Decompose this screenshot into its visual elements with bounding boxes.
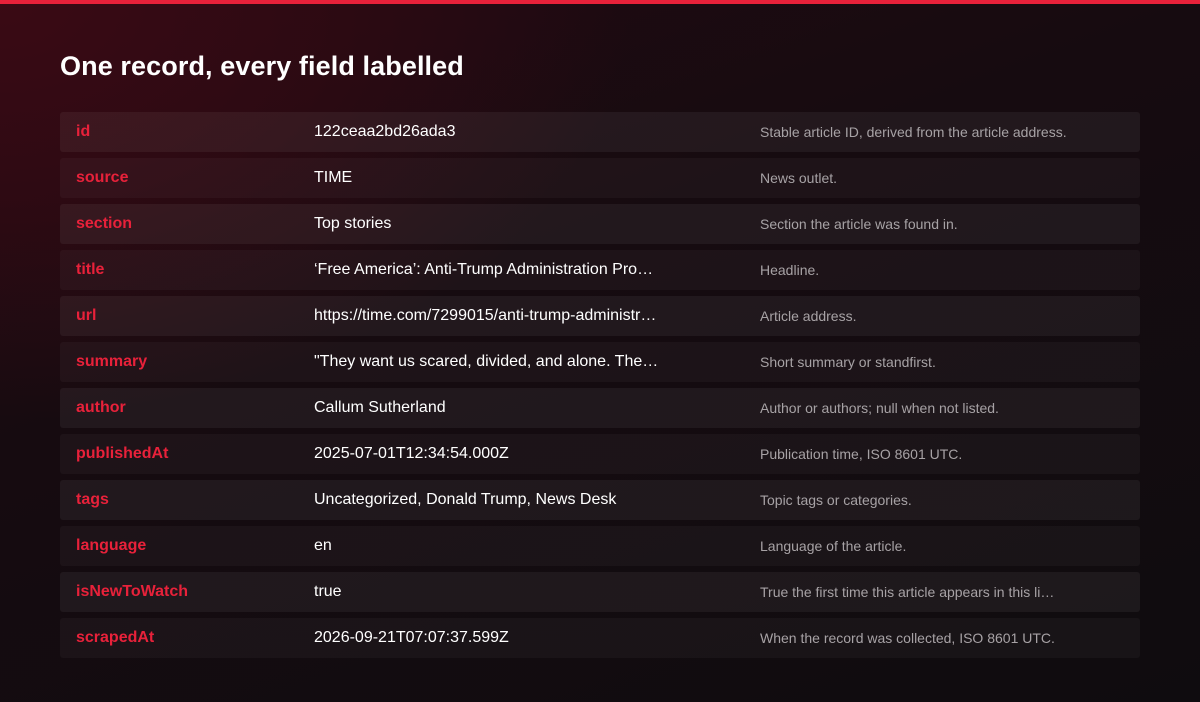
field-row-section: section Top stories Section the article …: [60, 204, 1140, 244]
field-row-title: title ‘Free America’: Anti-Trump Adminis…: [60, 250, 1140, 290]
field-name: id: [76, 123, 91, 140]
field-row-language: language en Language of the article.: [60, 526, 1140, 566]
field-row-is-new-to-watch: isNewToWatch true True the first time th…: [60, 572, 1140, 612]
field-name: tags: [76, 491, 109, 508]
field-name: author: [76, 399, 126, 416]
field-value: ‘Free America’: Anti-Trump Administratio…: [314, 261, 654, 278]
field-description: Author or authors; null when not listed.: [760, 400, 999, 416]
field-value: 2026-09-21T07:07:37.599Z: [314, 629, 509, 646]
field-value: en: [314, 537, 332, 554]
field-value: 2025-07-01T12:34:54.000Z: [314, 445, 509, 462]
field-value: https://time.com/7299015/anti-trump-admi…: [314, 307, 657, 324]
field-row-summary: summary "They want us scared, divided, a…: [60, 342, 1140, 382]
field-name: summary: [76, 353, 148, 370]
field-row-published-at: publishedAt 2025-07-01T12:34:54.000Z Pub…: [60, 434, 1140, 474]
field-value: Top stories: [314, 215, 392, 232]
field-name: publishedAt: [76, 445, 169, 462]
field-description: Headline.: [760, 262, 820, 278]
field-row-id: id 122ceaa2bd26ada3 Stable article ID, d…: [60, 112, 1140, 152]
field-description: When the record was collected, ISO 8601 …: [760, 630, 1055, 646]
field-value: TIME: [314, 169, 353, 186]
field-row-scraped-at: scrapedAt 2026-09-21T07:07:37.599Z When …: [60, 618, 1140, 658]
field-row-source: source TIME News outlet.: [60, 158, 1140, 198]
field-description: Publication time, ISO 8601 UTC.: [760, 446, 963, 462]
field-row-url: url https://time.com/7299015/anti-trump-…: [60, 296, 1140, 336]
field-value: Uncategorized, Donald Trump, News Desk: [314, 491, 617, 508]
field-row-tags: tags Uncategorized, Donald Trump, News D…: [60, 480, 1140, 520]
field-name: source: [76, 169, 129, 186]
field-description: True the first time this article appears…: [760, 584, 1055, 600]
field-description: Topic tags or categories.: [760, 492, 912, 508]
field-name: isNewToWatch: [76, 583, 189, 600]
field-description: Short summary or standfirst.: [760, 354, 936, 370]
field-value: 122ceaa2bd26ada3: [314, 123, 456, 140]
field-name: scrapedAt: [76, 629, 155, 646]
field-name: url: [76, 307, 97, 324]
field-description: Stable article ID, derived from the arti…: [760, 124, 1067, 140]
field-value: "They want us scared, divided, and alone…: [314, 353, 659, 370]
field-row-author: author Callum Sutherland Author or autho…: [60, 388, 1140, 428]
field-table: id 122ceaa2bd26ada3 Stable article ID, d…: [60, 112, 1140, 664]
field-description: Article address.: [760, 308, 857, 324]
field-name: language: [76, 537, 147, 554]
top-accent-bar: [0, 0, 1200, 4]
field-value: Callum Sutherland: [314, 399, 446, 416]
field-description: News outlet.: [760, 170, 838, 186]
field-name: title: [76, 261, 105, 278]
field-name: section: [76, 215, 133, 232]
field-description: Section the article was found in.: [760, 216, 958, 232]
field-description: Language of the article.: [760, 538, 907, 554]
page-title: One record, every field labelled: [60, 51, 464, 81]
field-value: true: [314, 583, 342, 600]
